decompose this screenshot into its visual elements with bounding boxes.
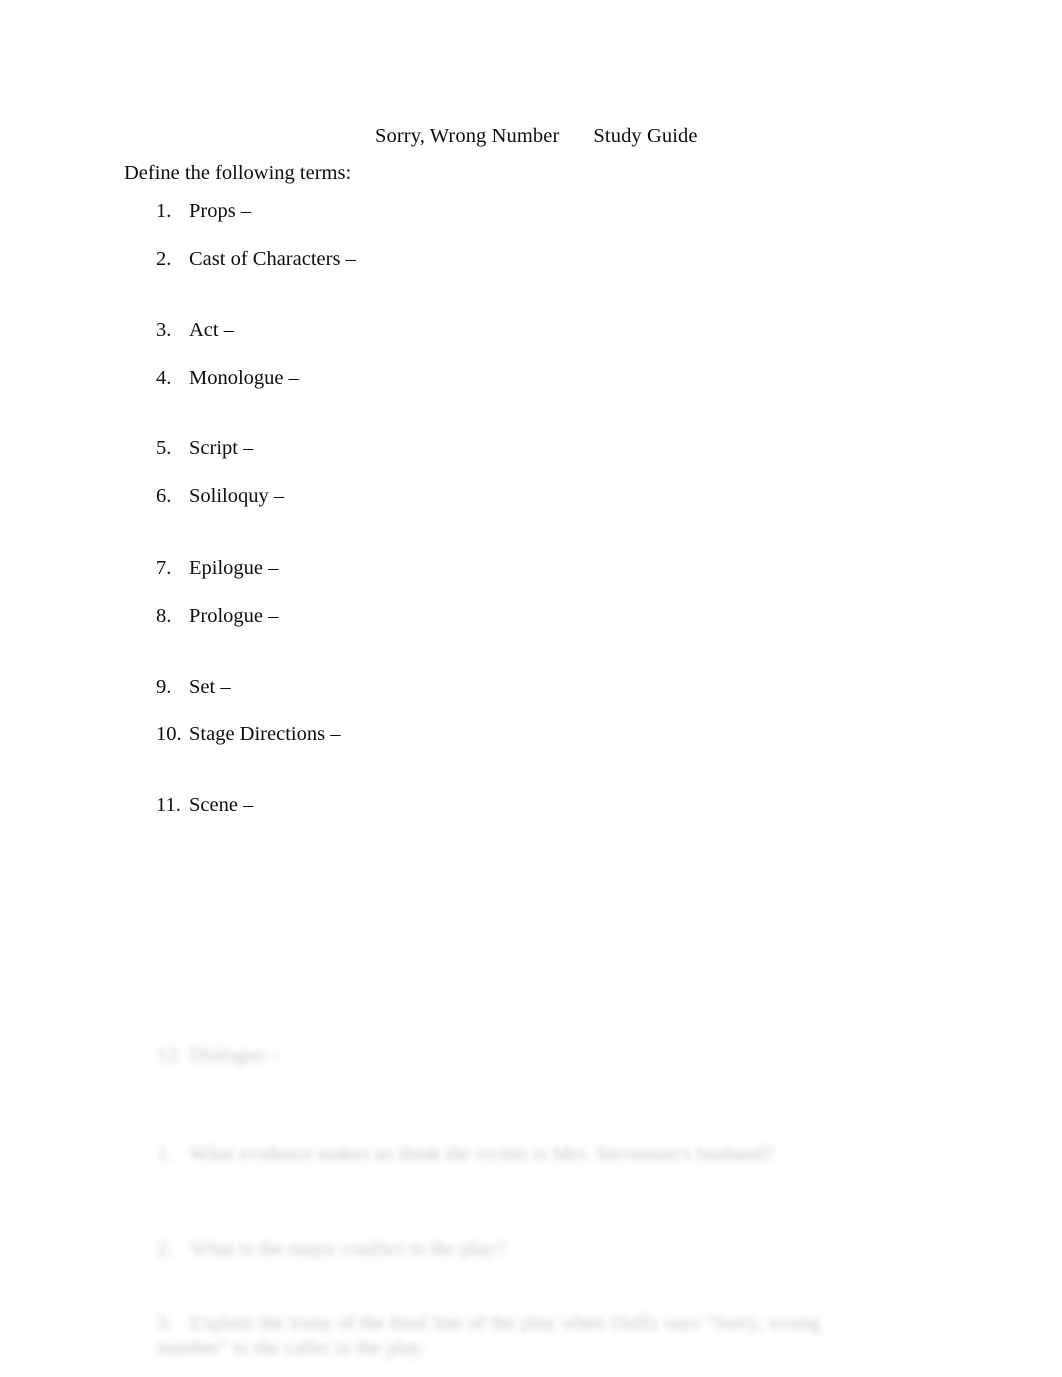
term-label: Set – — [189, 676, 231, 698]
document-page: Sorry, Wrong Number Study Guide Define th… — [0, 0, 1062, 1377]
instruction-text: Define the following terms: — [124, 162, 352, 184]
definition-term-item: 1. Props – — [156, 199, 251, 223]
faded-question-number: 2. — [157, 1238, 173, 1260]
faded-question-label: Dialogue – — [190, 1044, 281, 1066]
term-number: 5. — [156, 437, 172, 459]
term-number: 3. — [156, 319, 172, 341]
definition-term-item: 2. Cast of Characters – — [156, 247, 356, 271]
term-label: Props – — [189, 200, 252, 222]
term-number: 8. — [156, 605, 172, 627]
page-title: Sorry, Wrong Number Study Guide — [375, 124, 698, 148]
definition-term-item: 11. Scene – — [156, 793, 253, 817]
faded-question-number: 12. — [157, 1044, 183, 1066]
term-number: 11. — [156, 794, 181, 816]
term-number: 6. — [156, 485, 172, 507]
page-title-secondary: Study Guide — [593, 125, 698, 147]
definition-term-item: 6. Soliloquy – — [156, 484, 284, 508]
term-label: Script – — [189, 437, 254, 459]
faded-question-item: 2. What is the major conflict in the play… — [157, 1237, 505, 1262]
definition-term-item: 4. Monologue – — [156, 366, 299, 390]
definition-term-item: 8. Prologue – — [156, 604, 278, 628]
term-label: Prologue – — [189, 605, 279, 627]
term-label: Soliloquy – — [189, 485, 285, 507]
term-number: 10. — [156, 723, 182, 745]
term-number: 2. — [156, 248, 172, 270]
term-number: 4. — [156, 367, 172, 389]
term-number: 7. — [156, 557, 172, 579]
definition-term-item: 7. Epilogue – — [156, 556, 278, 580]
faded-question-item: 12. Dialogue – — [157, 1043, 281, 1068]
term-label: Act – — [189, 319, 234, 341]
faded-question-label: What evidence makes us think the victim … — [190, 1143, 774, 1165]
faded-question-label: What is the major conflict in the play? — [190, 1238, 505, 1260]
term-number: 9. — [156, 676, 172, 698]
term-label: Monologue – — [189, 367, 299, 389]
definition-term-item: 3. Act – — [156, 318, 234, 342]
faded-question-number: 3. — [157, 1312, 173, 1334]
definition-term-item: 5. Script – — [156, 436, 253, 460]
page-title-main: Sorry, Wrong Number — [375, 125, 560, 147]
term-label: Epilogue – — [189, 557, 279, 579]
definition-term-item: 10. Stage Directions – — [156, 722, 340, 746]
faded-question-item: 3. Explain the irony of the final line of… — [157, 1311, 857, 1361]
term-label: Stage Directions – — [189, 723, 341, 745]
term-label: Scene – — [189, 794, 254, 816]
faded-question-label: Explain the irony of the final line of t… — [157, 1312, 821, 1359]
faded-question-item: 1. What evidence makes us think the victi… — [157, 1142, 774, 1167]
term-number: 1. — [156, 200, 172, 222]
definition-term-item: 9. Set – — [156, 675, 231, 699]
faded-question-number: 1. — [157, 1143, 173, 1165]
term-label: Cast of Characters – — [189, 248, 356, 270]
